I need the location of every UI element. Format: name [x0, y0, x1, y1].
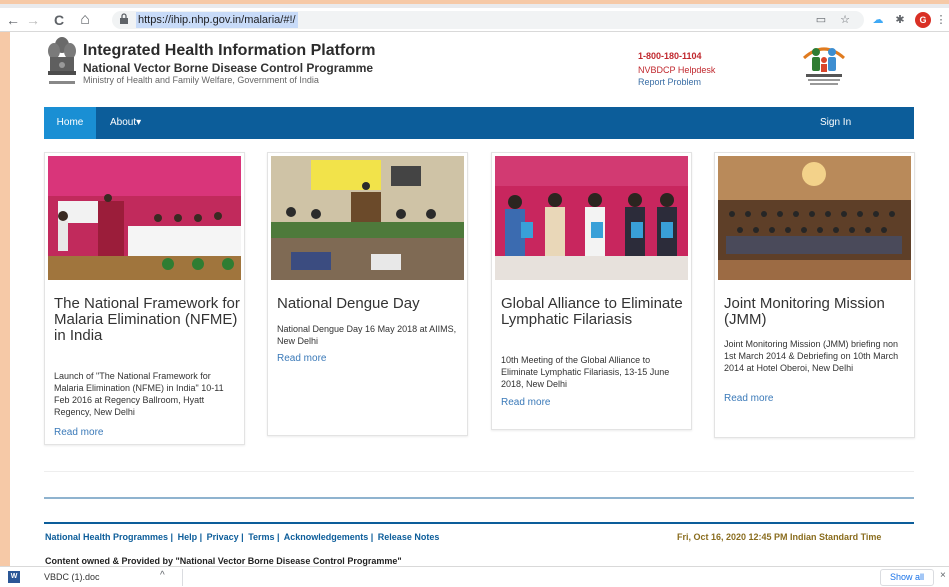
address-bar[interactable]: https://ihip.nhp.gov.in/malaria/#!/ ▭ ☆ — [112, 11, 864, 29]
card-title: Joint Monitoring Mission (JMM) — [724, 295, 885, 328]
news-card-dengue-day: National Dengue Day National Dengue Day … — [267, 152, 468, 436]
forward-icon[interactable]: → — [24, 11, 42, 29]
nvbdcp-logo — [796, 36, 852, 88]
card-description: 10th Meeting of the Global Alliance to E… — [501, 355, 670, 389]
extensions-puzzle-icon[interactable]: ✱ — [892, 12, 908, 28]
gaelf-meeting-photo — [495, 156, 688, 280]
news-card-jmm: Joint Monitoring Mission (JMM) Joint Mon… — [714, 152, 915, 438]
footer-link-national-health-programmes[interactable]: National Health Programmes | — [45, 532, 173, 542]
footer-link-release-notes[interactable]: Release Notes — [378, 532, 440, 542]
extension-cloud-icon[interactable]: ☁ — [870, 12, 886, 28]
nav-about-dropdown[interactable]: About▾ — [110, 107, 141, 139]
footer-divider — [44, 522, 914, 524]
downloads-separator — [182, 569, 183, 586]
window-top-strip — [0, 0, 949, 8]
news-card-nfme: The National Framework for Malaria Elimi… — [44, 152, 245, 445]
nfme-launch-photo — [48, 156, 241, 280]
read-more-link[interactable]: Read more — [501, 397, 550, 408]
home-icon[interactable]: ⌂ — [76, 11, 94, 29]
platform-title: Integrated Health Information Platform — [83, 42, 376, 59]
footer-link-terms[interactable]: Terms | — [248, 532, 279, 542]
ministry-text: Ministry of Health and Family Welfare, G… — [83, 75, 319, 85]
close-icon[interactable]: × — [940, 570, 946, 581]
url-text[interactable]: https://ihip.nhp.gov.in/malaria/#!/ — [136, 12, 298, 28]
national-emblem-logo — [44, 35, 80, 90]
show-all-downloads-button[interactable]: Show all — [880, 569, 934, 586]
card-title: National Dengue Day — [277, 295, 420, 312]
reload-icon[interactable]: C — [50, 11, 68, 29]
current-datetime: Fri, Oct 16, 2020 12:45 PM Indian Standa… — [677, 532, 882, 542]
card-description: Joint Monitoring Mission (JMM) briefing … — [724, 339, 899, 373]
footer-divider-light — [44, 497, 914, 499]
dengue-day-photo — [271, 156, 464, 280]
helpline-number: 1-800-180-1104 — [638, 51, 702, 61]
footer-link-acknowledgements[interactable]: Acknowledgements | — [284, 532, 374, 542]
word-document-icon: W — [8, 571, 20, 583]
read-more-link[interactable]: Read more — [54, 427, 103, 438]
downloads-bar: W VBDC (1).doc ^ Show all × — [0, 566, 949, 587]
footer-link-help[interactable]: Help | — [178, 532, 203, 542]
browser-toolbar: ← → C ⌂ https://ihip.nhp.gov.in/malaria/… — [0, 8, 949, 32]
footer-link-privacy[interactable]: Privacy | — [207, 532, 244, 542]
jmm-group-photo — [718, 156, 911, 280]
report-problem-link[interactable]: Report Problem — [638, 77, 701, 87]
cast-icon[interactable]: ▭ — [814, 13, 828, 27]
bookmark-star-icon[interactable]: ☆ — [838, 13, 852, 27]
nav-home-link[interactable]: Home — [44, 107, 96, 139]
programme-subtitle: National Vector Borne Disease Control Pr… — [83, 61, 374, 75]
lock-icon — [118, 13, 130, 27]
card-description: National Dengue Day 16 May 2018 at AIIMS… — [277, 324, 457, 346]
footer-links: National Health Programmes | Help | Priv… — [45, 532, 441, 542]
card-title: Global Alliance to Eliminate Lymphatic F… — [501, 295, 683, 328]
download-file-name[interactable]: VBDC (1).doc — [44, 572, 100, 582]
content-divider — [44, 471, 914, 472]
chevron-up-icon[interactable]: ^ — [160, 570, 165, 581]
content-owner-text: Content owned & Provided by "National Ve… — [45, 556, 402, 566]
web-page: Integrated Health Information Platform N… — [10, 32, 949, 566]
card-title: The National Framework for Malaria Elimi… — [54, 295, 240, 344]
profile-avatar[interactable]: G — [915, 12, 931, 28]
read-more-link[interactable]: Read more — [277, 353, 326, 364]
back-icon[interactable]: ← — [4, 11, 22, 29]
sign-in-link[interactable]: Sign In — [820, 107, 851, 139]
menu-dots-icon[interactable]: ⋮ — [933, 12, 949, 28]
main-navbar: Home About▾ Sign In — [44, 107, 914, 139]
news-card-gaelf: Global Alliance to Eliminate Lymphatic F… — [491, 152, 692, 430]
helpdesk-label: NVBDCP Helpdesk — [638, 65, 716, 75]
read-more-link[interactable]: Read more — [724, 393, 773, 404]
card-description: Launch of "The National Framework for Ma… — [54, 371, 224, 417]
